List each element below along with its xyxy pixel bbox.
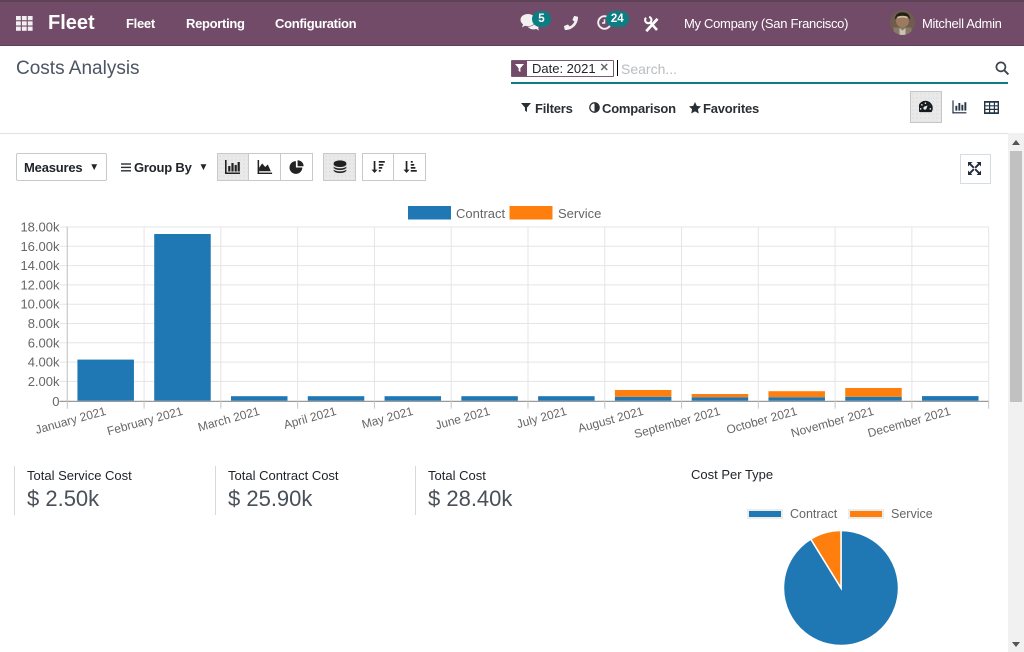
svg-text:0: 0 — [52, 394, 59, 409]
svg-text:8.00k: 8.00k — [28, 316, 60, 331]
svg-text:November 2021: November 2021 — [789, 404, 875, 440]
svg-text:April 2021: April 2021 — [282, 404, 338, 432]
svg-text:May 2021: May 2021 — [360, 404, 415, 432]
svg-text:2.00k: 2.00k — [28, 374, 60, 389]
svg-text:March 2021: March 2021 — [196, 404, 261, 435]
svg-text:18.00k: 18.00k — [20, 220, 60, 235]
svg-text:September 2021: September 2021 — [633, 404, 723, 441]
svg-text:July 2021: July 2021 — [515, 404, 569, 431]
svg-text:Contract: Contract — [456, 206, 506, 221]
svg-text:February 2021: February 2021 — [105, 404, 184, 438]
svg-text:Service: Service — [558, 206, 601, 221]
svg-text:6.00k: 6.00k — [28, 335, 60, 350]
svg-text:December 2021: December 2021 — [866, 404, 952, 440]
svg-text:10.00k: 10.00k — [20, 297, 60, 312]
svg-text:4.00k: 4.00k — [28, 355, 60, 370]
svg-text:October 2021: October 2021 — [725, 404, 799, 437]
svg-text:16.00k: 16.00k — [20, 239, 60, 254]
svg-text:12.00k: 12.00k — [20, 277, 60, 292]
svg-text:January 2021: January 2021 — [34, 404, 108, 437]
svg-text:14.00k: 14.00k — [20, 258, 60, 273]
svg-text:June 2021: June 2021 — [434, 404, 492, 433]
